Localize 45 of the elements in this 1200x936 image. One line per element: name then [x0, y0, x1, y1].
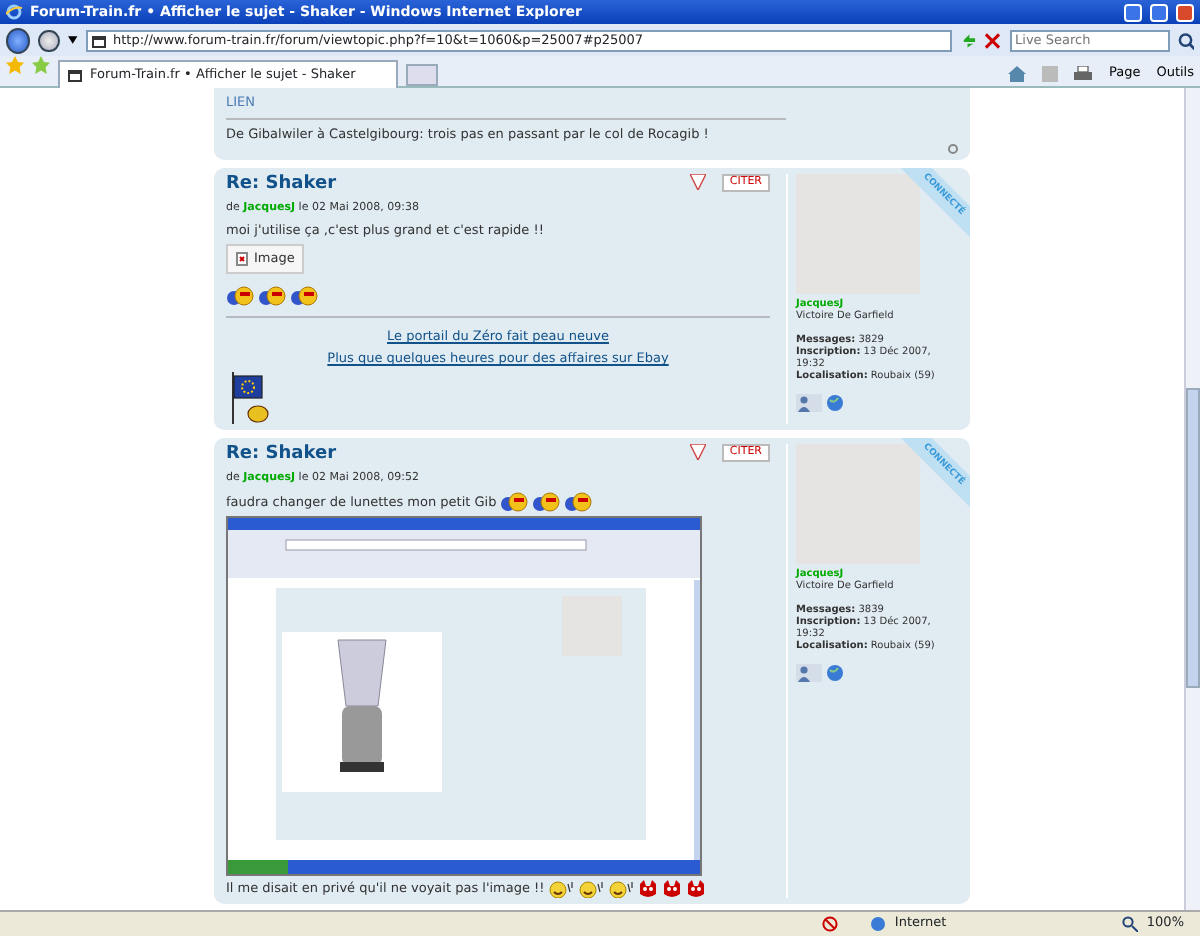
star-icon[interactable]	[6, 56, 24, 74]
stop-icon[interactable]	[984, 31, 1002, 49]
close-button[interactable]	[1176, 3, 1194, 21]
user-profile-icon[interactable]	[796, 394, 822, 412]
scrollbar[interactable]	[1184, 88, 1200, 910]
smiley-icon	[500, 492, 529, 512]
forward-button[interactable]	[38, 29, 60, 51]
home-icon[interactable]	[1008, 65, 1027, 82]
minimize-button[interactable]	[1124, 3, 1142, 21]
report-icon[interactable]	[689, 444, 706, 460]
angry-smiley-icon	[638, 880, 659, 898]
page-icon	[91, 33, 106, 47]
smiley-icon	[258, 286, 286, 306]
smiley-icon	[290, 286, 318, 306]
flag-banner-icon	[226, 372, 270, 424]
post-title[interactable]: Re: Shaker	[226, 174, 690, 196]
browser-logo-icon	[6, 4, 22, 20]
maximize-button[interactable]	[1150, 3, 1168, 21]
refresh-icon[interactable]	[959, 31, 977, 49]
blocked-icon	[822, 916, 839, 932]
report-icon[interactable]	[689, 174, 706, 190]
globe-icon	[870, 916, 887, 932]
smiley-icon	[226, 286, 254, 306]
user-profile-icon[interactable]	[796, 664, 822, 682]
angry-smiley-icon	[662, 880, 683, 898]
laughing-smiley-icon	[548, 880, 575, 898]
avatar-photo	[796, 444, 920, 564]
zoom-icon	[1122, 916, 1139, 932]
broken-image-icon	[236, 252, 248, 266]
angry-smiley-icon	[686, 880, 707, 898]
globe-icon[interactable]	[826, 664, 844, 682]
printer-icon[interactable]	[1074, 65, 1093, 82]
back-to-top-icon[interactable]	[948, 144, 958, 154]
avatar-photo	[796, 174, 920, 294]
dropdown-caret-icon[interactable]	[67, 36, 78, 44]
laughing-smiley-icon	[608, 880, 635, 898]
smiley-icon	[564, 492, 593, 512]
smiley-icon	[532, 492, 561, 512]
back-button[interactable]	[6, 27, 31, 53]
search-icon[interactable]	[1177, 31, 1194, 49]
post-title[interactable]: Re: Shaker	[226, 444, 690, 466]
laughing-smiley-icon	[578, 880, 605, 898]
page-icon	[68, 68, 82, 82]
globe-icon[interactable]	[826, 394, 844, 412]
new-tab-button[interactable]	[406, 64, 438, 86]
